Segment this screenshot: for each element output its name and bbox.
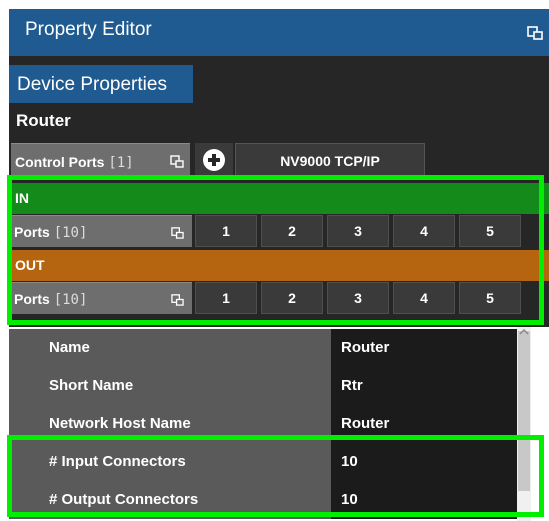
restore-window-icon[interactable] bbox=[527, 24, 543, 40]
router-label: Router bbox=[16, 111, 71, 130]
property-row-short-name: Short Name Rtr bbox=[9, 367, 549, 405]
control-ports-row: Control Ports [1] NV9000 TCP/IP bbox=[9, 140, 549, 178]
window-title: Property Editor bbox=[25, 19, 152, 40]
control-ports-label-text: Control Ports bbox=[15, 154, 105, 170]
property-name-cell: Name bbox=[9, 329, 331, 367]
tab-device-properties[interactable]: Device Properties bbox=[9, 65, 193, 103]
property-name: Short Name bbox=[49, 377, 134, 394]
control-port-label: NV9000 TCP/IP bbox=[280, 153, 380, 169]
add-circle-icon bbox=[203, 149, 225, 171]
property-value: Rtr bbox=[341, 377, 363, 394]
plus-bar-v bbox=[212, 154, 216, 166]
control-ports-tab[interactable]: Control Ports [1] bbox=[11, 143, 190, 178]
property-name: Network Host Name bbox=[49, 415, 191, 432]
property-name: Name bbox=[49, 339, 90, 356]
scroll-up-arrow-icon[interactable] bbox=[519, 327, 529, 337]
highlight-box-connectors bbox=[7, 435, 544, 517]
control-port-nv9000-button[interactable]: NV9000 TCP/IP bbox=[235, 143, 425, 178]
restore-window-icon[interactable] bbox=[170, 154, 184, 168]
add-control-port-button[interactable] bbox=[195, 143, 233, 178]
title-bar: Property Editor bbox=[9, 9, 549, 56]
tab-bar: Device Properties bbox=[9, 56, 549, 103]
property-name-cell: Short Name bbox=[9, 367, 331, 405]
property-row-name: Name Router bbox=[9, 329, 549, 367]
router-header: Router bbox=[9, 103, 549, 140]
control-ports-count: [1] bbox=[108, 155, 134, 171]
property-value-cell[interactable]: Rtr bbox=[331, 367, 531, 405]
tab-label: Device Properties bbox=[17, 74, 167, 95]
control-ports-label: Control Ports [1] bbox=[15, 154, 134, 171]
property-value-cell[interactable]: Router bbox=[331, 329, 531, 367]
property-value: Router bbox=[341, 415, 390, 432]
property-value: Router bbox=[341, 339, 390, 356]
highlight-box-ports bbox=[7, 175, 544, 325]
